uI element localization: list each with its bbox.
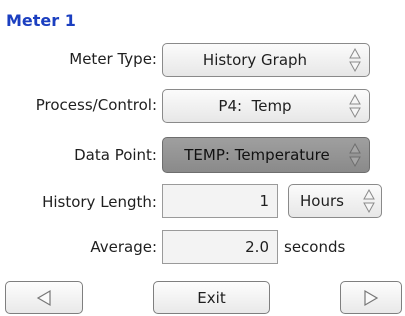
data-point-label: Data Point: [74, 146, 157, 164]
triangle-right-icon [364, 289, 379, 306]
average-unit: seconds [284, 238, 346, 256]
history-length-label: History Length: [42, 193, 157, 211]
history-unit-select[interactable]: Hours [288, 184, 382, 218]
data-point-value: TEMP: Temperature [184, 146, 330, 164]
data-point-select[interactable]: TEMP: Temperature [162, 137, 370, 173]
meter-type-label: Meter Type: [69, 50, 157, 68]
next-button[interactable] [340, 281, 402, 314]
previous-button[interactable] [5, 281, 83, 314]
up-down-spinner-icon [349, 93, 361, 119]
history-unit-value: Hours [300, 192, 344, 210]
history-length-input[interactable]: 1 [162, 184, 278, 218]
average-label: Average: [90, 238, 157, 256]
process-control-select[interactable]: P4: Temp [162, 89, 370, 123]
up-down-spinner-icon [349, 47, 361, 73]
up-down-spinner-icon [349, 142, 361, 168]
exit-button[interactable]: Exit [153, 281, 270, 314]
process-control-value: P4: Temp [218, 97, 292, 115]
page-title: Meter 1 [6, 11, 76, 30]
triangle-left-icon [36, 289, 51, 306]
meter-type-value: History Graph [202, 51, 308, 69]
meter-type-select[interactable]: History Graph [162, 43, 370, 77]
process-control-label: Process/Control: [35, 96, 157, 114]
average-input[interactable]: 2.0 [162, 230, 278, 264]
up-down-spinner-icon [363, 188, 375, 214]
